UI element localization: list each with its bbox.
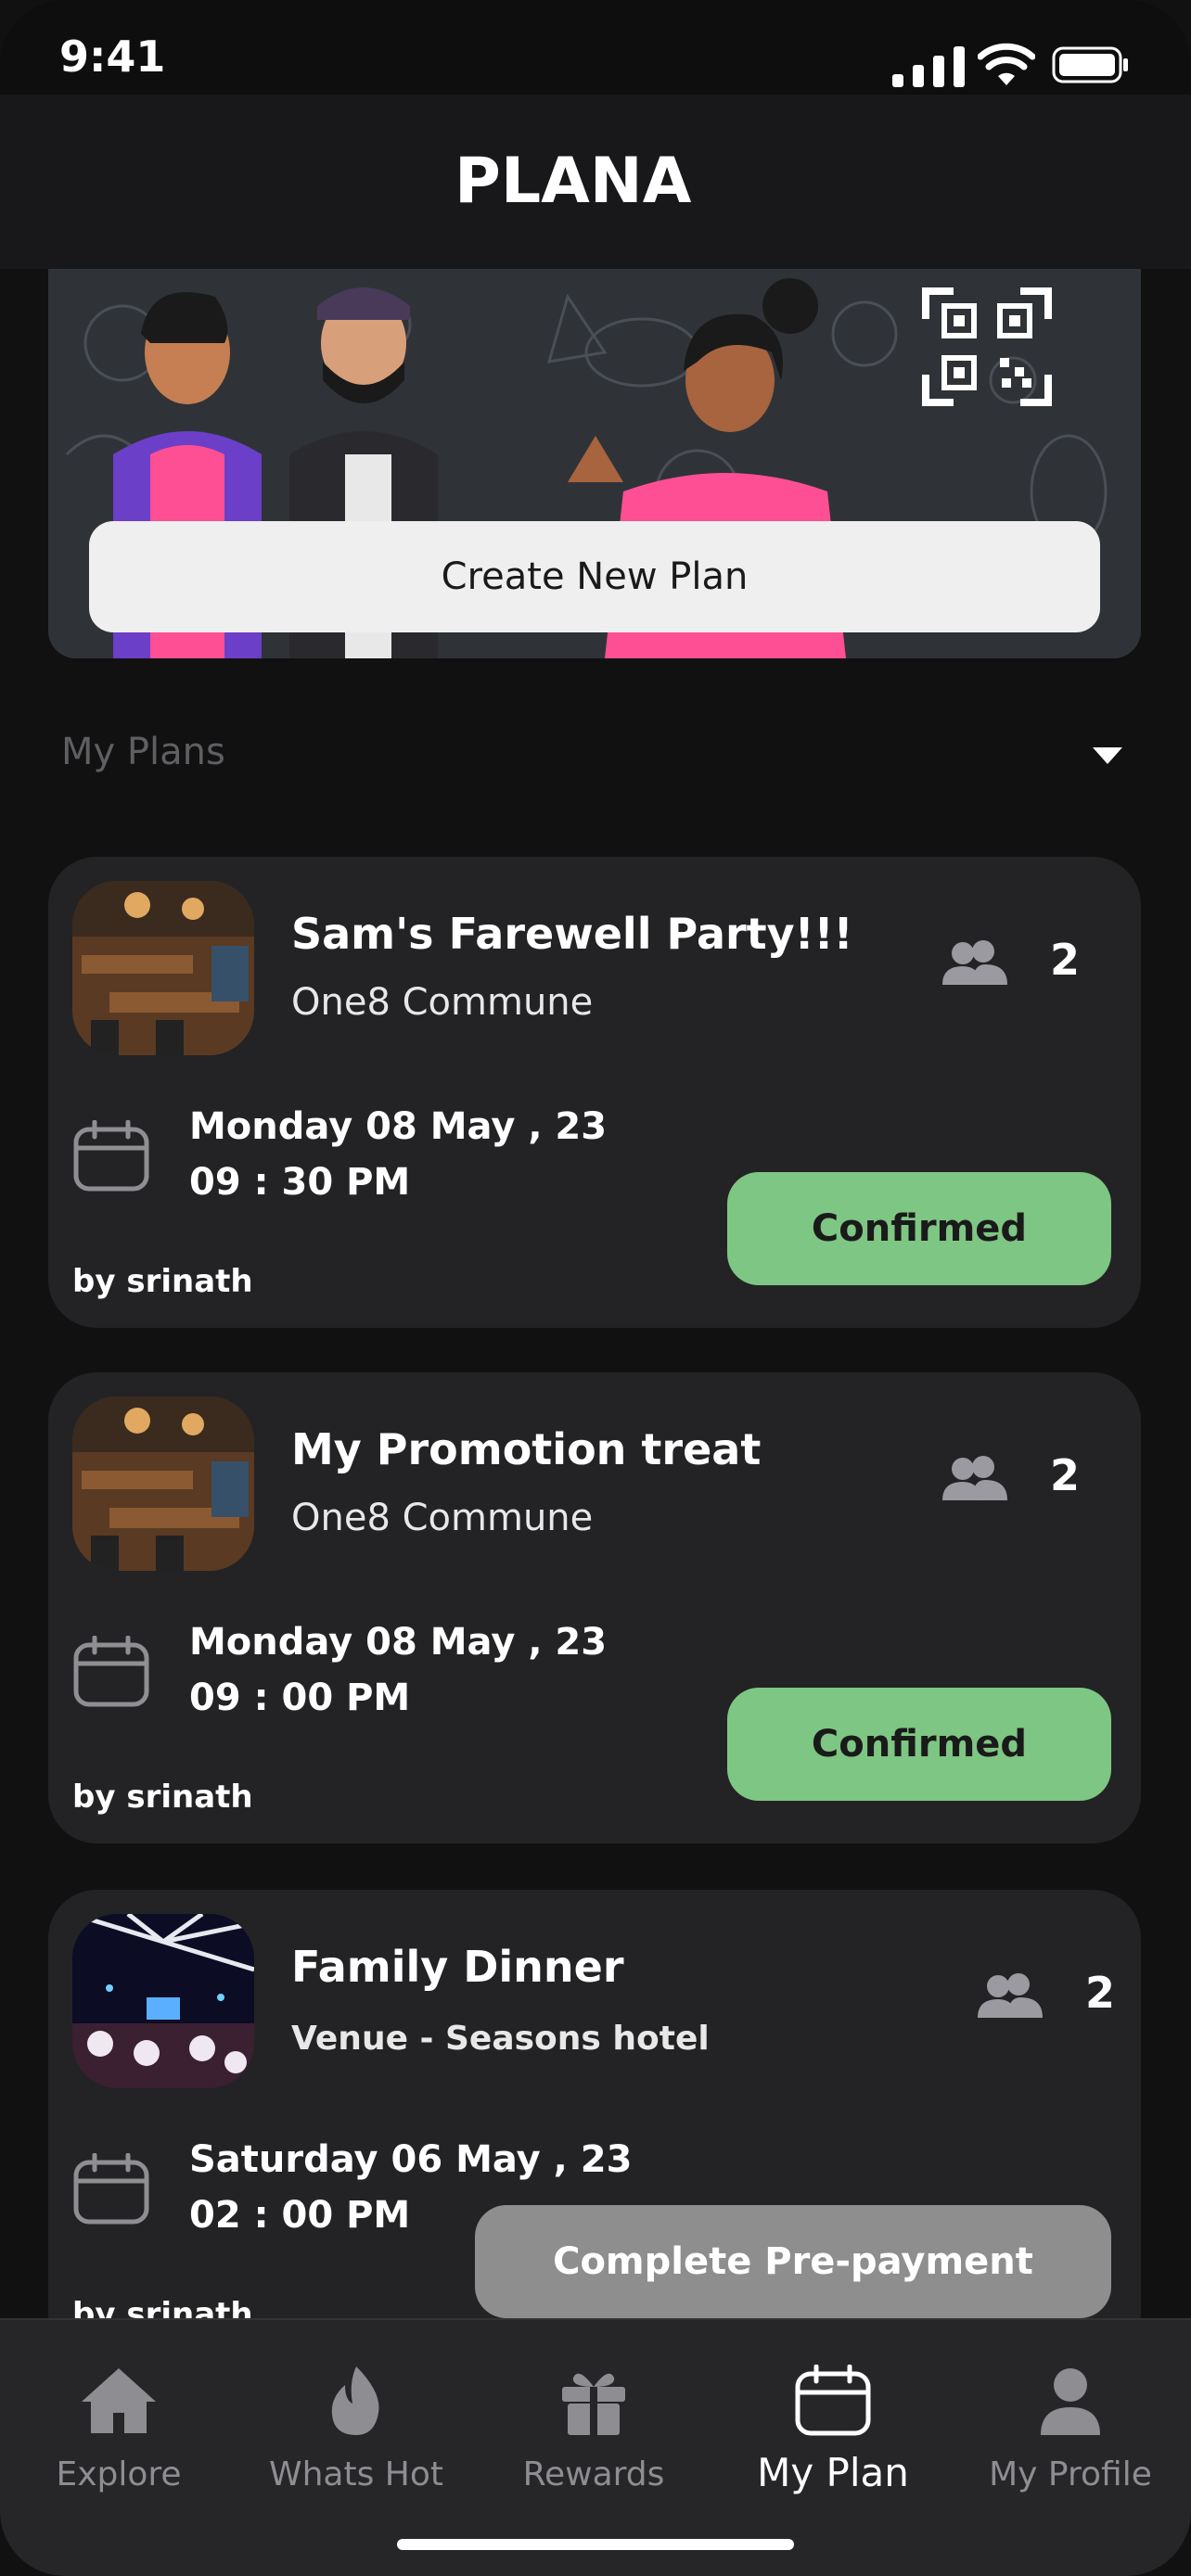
calendar-icon: [795, 2365, 871, 2436]
flame-icon: [331, 2366, 379, 2435]
plan-card[interactable]: Sam's Farewell Party!!! One8 Commune 2 M…: [48, 857, 1141, 1328]
people-icon: [942, 940, 1007, 985]
venue-thumbnail: [72, 1914, 254, 2088]
people-icon: [978, 1973, 1043, 2018]
plan-time: 09 : 00 PM: [189, 1677, 411, 1719]
plan-card[interactable]: My Promotion treat One8 Commune 2 Monday…: [48, 1372, 1141, 1843]
tab-my-plan[interactable]: My Plan: [731, 2365, 935, 2495]
main-content[interactable]: Create New Plan My Plans Sam's Farewell …: [0, 269, 1191, 2318]
tab-label: My Plan: [757, 2450, 909, 2495]
chevron-down-icon[interactable]: [1093, 747, 1122, 766]
status-time: 9:41: [59, 32, 166, 82]
cellular-signal-icon: [892, 46, 965, 87]
create-plan-banner: Create New Plan: [48, 269, 1141, 658]
tab-label: Rewards: [522, 2455, 665, 2493]
plan-venue: One8 Commune: [291, 1497, 594, 1539]
tab-label: My Profile: [989, 2455, 1152, 2493]
guest-count: 2: [1085, 1968, 1116, 2018]
home-icon: [82, 2368, 156, 2433]
plan-date: Monday 08 May , 23: [189, 1105, 608, 1148]
plan-date: Monday 08 May , 23: [189, 1621, 608, 1664]
battery-icon: [1052, 46, 1128, 83]
bottom-tab-bar: Explore Whats Hot Rewards My Plan My Pro…: [0, 2318, 1191, 2576]
venue-thumbnail: [72, 1396, 254, 1571]
calendar-icon: [73, 2153, 149, 2225]
plan-organizer: by srinath: [72, 1779, 253, 1816]
plan-date: Saturday 06 May , 23: [189, 2138, 633, 2181]
plan-time: 09 : 30 PM: [189, 1161, 411, 1204]
guest-count: 2: [1050, 935, 1081, 985]
tab-explore[interactable]: Explore: [17, 2365, 221, 2493]
user-icon: [1041, 2368, 1100, 2435]
plan-title: Sam's Farewell Party!!!: [291, 909, 853, 959]
gift-icon: [562, 2373, 625, 2435]
calendar-icon: [73, 1636, 149, 1707]
home-indicator[interactable]: [397, 2539, 794, 2550]
plan-organizer: by srinath: [72, 2296, 253, 2318]
wifi-icon: [978, 43, 1035, 85]
qr-code-icon[interactable]: [922, 287, 1052, 406]
app-header: PLANA: [0, 95, 1191, 269]
guest-count: 2: [1050, 1450, 1081, 1500]
create-new-plan-button[interactable]: Create New Plan: [89, 521, 1100, 632]
plan-status-button[interactable]: Confirmed: [727, 1688, 1111, 1801]
tab-whats-hot[interactable]: Whats Hot: [254, 2365, 458, 2493]
svg-text:PLANA: PLANA: [455, 148, 692, 208]
plan-time: 02 : 00 PM: [189, 2194, 411, 2237]
my-plans-heading[interactable]: My Plans: [61, 731, 225, 773]
plan-card[interactable]: Family Dinner Venue - Seasons hotel 2 Sa…: [48, 1890, 1141, 2318]
tab-rewards[interactable]: Rewards: [492, 2365, 696, 2493]
tab-label: Explore: [56, 2455, 182, 2493]
tab-label: Whats Hot: [269, 2455, 443, 2493]
status-bar: 9:41: [0, 0, 1191, 95]
venue-thumbnail: [72, 881, 254, 1055]
plana-logo: PLANA: [455, 148, 692, 208]
people-icon: [942, 1456, 1007, 1500]
tab-my-profile[interactable]: My Profile: [968, 2365, 1172, 2493]
plan-status-button[interactable]: Confirmed: [727, 1172, 1111, 1285]
calendar-icon: [73, 1120, 149, 1192]
app-screen: 9:41 PLANA Create New Plan My Plans Sam'…: [0, 0, 1191, 2576]
plan-title: My Promotion treat: [291, 1424, 762, 1474]
plan-organizer: by srinath: [72, 1263, 253, 1300]
plan-title: Family Dinner: [291, 1942, 624, 1992]
plan-venue: Venue - Seasons hotel: [291, 2020, 710, 2058]
complete-prepayment-button[interactable]: Complete Pre-payment: [475, 2205, 1111, 2318]
plan-venue: One8 Commune: [291, 981, 594, 1024]
